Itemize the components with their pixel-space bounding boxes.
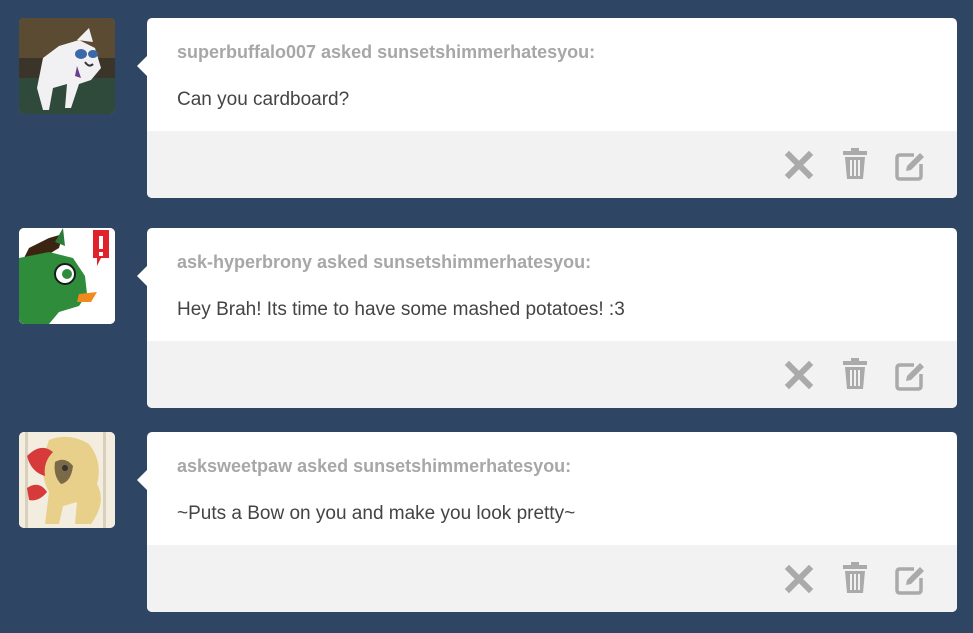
asker-avatar[interactable] <box>19 432 115 528</box>
ask-card: ask-hyperbrony asked sunsetshimmerhatesy… <box>137 228 957 408</box>
question-text: ~Puts a Bow on you and make you look pre… <box>177 503 576 524</box>
white-pony-avatar-icon <box>19 18 115 114</box>
question-text: Can you cardboard? <box>177 89 350 110</box>
ask-card: asksweetpaw asked sunsetshimmerhatesyou:… <box>137 432 957 612</box>
asker-line[interactable]: superbuffalo007 asked sunsetshimmerhates… <box>177 42 595 63</box>
card-footer <box>147 545 957 612</box>
trash-icon[interactable] <box>839 357 871 391</box>
asker-avatar[interactable] <box>19 228 115 324</box>
asker-avatar[interactable] <box>19 18 115 114</box>
close-icon[interactable] <box>783 147 815 181</box>
close-icon[interactable] <box>783 561 815 595</box>
question-text: Hey Brah! Its time to have some mashed p… <box>177 299 625 320</box>
asker-line[interactable]: asksweetpaw asked sunsetshimmerhatesyou: <box>177 456 571 477</box>
edit-icon[interactable] <box>894 561 926 595</box>
card-footer <box>147 131 957 198</box>
trash-icon[interactable] <box>839 147 871 181</box>
trash-icon[interactable] <box>839 561 871 595</box>
close-icon[interactable] <box>783 357 815 391</box>
card-footer <box>147 341 957 408</box>
cream-pony-avatar-icon <box>19 432 115 528</box>
asker-line[interactable]: ask-hyperbrony asked sunsetshimmerhatesy… <box>177 252 591 273</box>
edit-icon[interactable] <box>894 147 926 181</box>
green-pony-avatar-icon <box>19 228 115 324</box>
edit-icon[interactable] <box>894 357 926 391</box>
ask-card: superbuffalo007 asked sunsetshimmerhates… <box>137 18 957 198</box>
